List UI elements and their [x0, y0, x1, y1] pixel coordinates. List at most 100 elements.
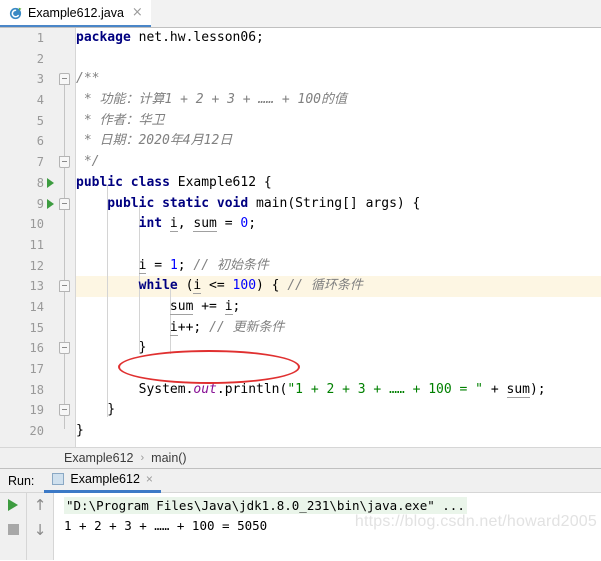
gutter-icons [46, 90, 74, 111]
line-number: 6 [36, 134, 44, 149]
line-number: 14 [29, 299, 44, 314]
code-line[interactable]: 20} [0, 421, 601, 442]
code-line[interactable]: 19 } [0, 400, 601, 421]
line-number: 10 [29, 217, 44, 232]
code-token: ) { [256, 278, 288, 294]
console-output[interactable]: "D:\Program Files\Java\jdk1.8.0_231\bin\… [54, 493, 601, 560]
code-line[interactable]: 7 */ [0, 152, 601, 173]
code-line[interactable]: 17 [0, 359, 601, 380]
line-number: 11 [29, 237, 44, 252]
code-line[interactable]: 18 System.out.println("1 + 2 + 3 + …… + … [0, 380, 601, 401]
code-token: = [216, 216, 241, 232]
code-lines[interactable]: 1 package net.hw.lesson06; 2 3 /** 4 * 功能：计算1… [0, 28, 601, 442]
code-text: System.out.println("1 + 2 + 3 + …… + 100… [76, 380, 546, 401]
code-line[interactable]: 12 i = 1; // 初始条件 [0, 256, 601, 277]
code-line[interactable]: 13 while (i <= 100) { // 循环条件 [0, 276, 601, 297]
editor-tab-label: Example612.java [28, 5, 124, 20]
fold-toggle-icon[interactable] [59, 280, 70, 293]
fold-toggle-icon[interactable] [59, 342, 70, 355]
code-token: // 循环条件 [287, 278, 363, 294]
code-token: 1 [169, 257, 178, 273]
code-line[interactable]: 14 sum += i; [0, 297, 601, 318]
gutter-icons [46, 421, 74, 442]
gutter-icons [46, 318, 74, 339]
run-gutter-icon[interactable] [47, 177, 54, 188]
code-token: , [177, 216, 194, 232]
arrow-down-icon[interactable]: ↓ [34, 523, 47, 538]
gutter-icons [46, 194, 74, 215]
gutter-icons [46, 256, 74, 277]
code-token: System. [76, 381, 194, 397]
code-token: ); [529, 381, 546, 397]
close-icon[interactable]: × [146, 472, 153, 486]
code-token: main(String[] args) { [256, 195, 421, 211]
code-token: } [76, 340, 147, 356]
code-text: i++; // 更新条件 [76, 318, 285, 339]
code-token: 100 [232, 278, 257, 294]
java-class-icon [9, 6, 23, 20]
code-token: "1 + 2 + 3 + …… + 100 = " [287, 381, 484, 397]
gutter-icons [46, 380, 74, 401]
code-token: /** [76, 71, 100, 87]
close-icon[interactable]: × [132, 6, 143, 19]
code-line[interactable]: 3 /** [0, 69, 601, 90]
rerun-icon[interactable] [8, 499, 18, 511]
code-token: */ [76, 154, 100, 170]
fold-toggle-icon[interactable] [59, 73, 70, 86]
run-gutter-icon[interactable] [47, 198, 54, 209]
code-token: while [76, 278, 186, 294]
code-text: public class Example612 { [76, 173, 272, 194]
code-line[interactable]: 4 * 功能：计算1 + 2 + 3 + …… + 100的值 [0, 90, 601, 111]
watermark: https://blog.csdn.net/howard2005 [354, 513, 597, 530]
code-token: + [483, 381, 507, 397]
code-token: sum [169, 298, 194, 315]
code-line[interactable]: 11 [0, 235, 601, 256]
breadcrumb-class[interactable]: Example612 [64, 451, 134, 465]
gutter-icons [46, 49, 74, 70]
code-line[interactable]: 9 public static void main(String[] args)… [0, 194, 601, 215]
code-token: public static void [76, 195, 257, 211]
breadcrumb-method[interactable]: main() [151, 451, 186, 465]
line-number: 3 [36, 72, 44, 87]
code-line[interactable]: 2 [0, 49, 601, 70]
code-line[interactable]: 6 * 日期：2020年4月12日 [0, 131, 601, 152]
code-text: while (i <= 100) { // 循环条件 [76, 276, 363, 297]
line-number: 9 [36, 196, 44, 211]
run-tab-example612[interactable]: Example612 × [44, 469, 161, 493]
arrow-up-icon[interactable]: ↑ [34, 498, 47, 513]
run-label: Run: [8, 473, 35, 488]
gutter-icons [46, 131, 74, 152]
console-icon [52, 473, 65, 485]
code-token: <= [201, 278, 233, 294]
code-token: i [224, 298, 233, 315]
line-number: 20 [29, 424, 44, 439]
code-line[interactable]: 16 } [0, 338, 601, 359]
fold-toggle-icon[interactable] [59, 156, 70, 169]
code-line[interactable]: 15 i++; // 更新条件 [0, 318, 601, 339]
fold-toggle-icon[interactable] [59, 197, 70, 210]
gutter-icons [46, 214, 74, 235]
stop-icon[interactable] [7, 524, 19, 535]
line-number: 2 [36, 51, 44, 66]
editor-tab-example612[interactable]: Example612.java × [0, 0, 151, 27]
code-token: ; [248, 216, 257, 232]
code-editor[interactable]: 1 package net.hw.lesson06; 2 3 /** 4 * 功能：计算1… [0, 28, 601, 447]
line-number: 7 [36, 155, 44, 170]
gutter-icons [46, 69, 74, 90]
breadcrumb[interactable]: Example612 › main() [0, 447, 601, 468]
console-command-line: "D:\Program Files\Java\jdk1.8.0_231\bin\… [64, 497, 467, 514]
line-number: 18 [29, 382, 44, 397]
code-line[interactable]: 1 package net.hw.lesson06; [0, 28, 601, 49]
gutter-icons [46, 173, 74, 194]
chevron-right-icon: › [140, 452, 145, 464]
code-token: = [146, 257, 170, 273]
fold-toggle-icon[interactable] [59, 404, 70, 417]
code-line[interactable]: 10 int i, sum = 0; [0, 214, 601, 235]
code-line[interactable]: 5 * 作者：华卫 [0, 111, 601, 132]
console-navigation-toolbar: ↑ ↓ [27, 493, 54, 560]
editor-tab-bar: Example612.java × [0, 0, 601, 28]
line-number: 19 [29, 403, 44, 418]
code-line[interactable]: 8 public class Example612 { [0, 173, 601, 194]
code-token: net.hw.lesson06; [138, 30, 264, 45]
